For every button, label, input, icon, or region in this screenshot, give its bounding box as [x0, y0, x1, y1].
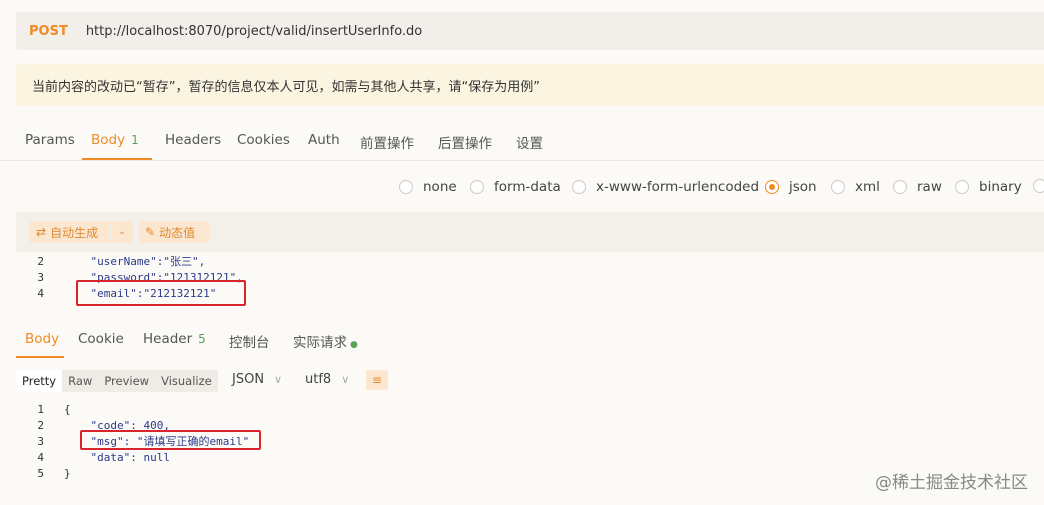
request-tabs: Params Body 1 Headers Cookies Auth 前置操作 后… [0, 120, 1044, 161]
body-type-radios: none form-data x-www-form-urlencoded jso… [0, 176, 1044, 200]
auto-generate-dropdown[interactable]: ⌄ [110, 221, 133, 243]
response-tab-header[interactable]: Header 5 [143, 331, 206, 347]
radio-circle [893, 180, 907, 194]
response-format-row: Pretty Raw Preview Visualize JSON ∨ utf8 ∨… [16, 368, 1044, 394]
email-highlight-box [76, 280, 246, 306]
radio-form-data[interactable]: form-data [470, 179, 561, 195]
body-toolbar: ⇄ 自动生成 ⌄ ✎ 动态值 [16, 212, 1044, 252]
url-bar[interactable]: POST http://localhost:8070/project/valid… [16, 12, 1044, 50]
dynamic-value-button[interactable]: ✎ 动态值 [139, 221, 209, 243]
response-tab-cookie[interactable]: Cookie [78, 331, 124, 347]
line-number: 3 [37, 271, 44, 284]
http-method[interactable]: POST [29, 24, 68, 39]
code-line: } [64, 467, 71, 480]
code-line: "data": null [64, 451, 170, 464]
status-dot-icon: ● [350, 340, 358, 350]
format-visualize[interactable]: Visualize [155, 370, 218, 392]
format-select[interactable]: JSON ∨ [232, 372, 282, 387]
response-tab-body[interactable]: Body [25, 331, 59, 347]
response-tab-actual-request[interactable]: 实际请求 ● [293, 331, 358, 351]
request-body-editor[interactable]: 2 "userName":"张三", 3 "password":"1213121… [0, 254, 1044, 308]
code-line: "userName":"张三", [64, 255, 206, 268]
auto-generate-button[interactable]: ⇄ 自动生成 [30, 221, 122, 243]
tab-auth[interactable]: Auth [308, 132, 340, 148]
format-tabs: Pretty Raw Preview Visualize [16, 370, 218, 392]
header-count-badge: 5 [198, 332, 206, 346]
watermark: @稀土掘金技术社区 [875, 473, 1028, 493]
format-raw[interactable]: Raw [62, 370, 98, 392]
chevron-down-icon: ∨ [274, 373, 283, 386]
line-number: 1 [37, 403, 44, 416]
radio-circle [1033, 179, 1044, 193]
active-tab-underline [82, 158, 152, 160]
magic-wand-icon: ✎ [145, 225, 156, 239]
format-pretty[interactable]: Pretty [16, 370, 63, 392]
chevron-down-icon: ⌄ [118, 227, 126, 237]
radio-raw[interactable]: raw [893, 179, 942, 195]
line-number: 4 [37, 451, 44, 464]
tab-pre-operations[interactable]: 前置操作 [360, 132, 414, 152]
radio-xml[interactable]: xml [831, 179, 880, 195]
draft-notice: 当前内容的改动已“暂存”，暂存的信息仅本人可见，如需与其他人共享，请“保存为用例… [16, 64, 1044, 106]
line-number: 5 [37, 467, 44, 480]
line-number: 4 [37, 287, 44, 300]
line-number: 2 [37, 419, 44, 432]
msg-highlight-box [80, 430, 261, 450]
active-response-tab-underline [16, 356, 64, 358]
format-preview[interactable]: Preview [98, 370, 155, 392]
encoding-select[interactable]: utf8 ∨ [305, 372, 349, 387]
radio-circle [470, 180, 484, 194]
tab-body[interactable]: Body 1 [91, 132, 139, 148]
body-count-badge: 1 [131, 133, 139, 147]
code-line: { [64, 403, 71, 416]
radio-x-www-form-urlencoded[interactable]: x-www-form-urlencoded [572, 179, 759, 195]
radio-circle [831, 180, 845, 194]
radio-circle [572, 180, 586, 194]
radio-circle [955, 180, 969, 194]
wrap-lines-button[interactable]: ≡ [366, 370, 388, 390]
chevron-down-icon: ∨ [341, 373, 350, 386]
radio-json[interactable]: json [765, 179, 817, 195]
tab-post-operations[interactable]: 后置操作 [438, 132, 492, 152]
radio-binary[interactable]: binary [955, 179, 1022, 195]
tab-cookies[interactable]: Cookies [237, 132, 290, 148]
line-number: 2 [37, 255, 44, 268]
radio-circle-selected [765, 180, 779, 194]
response-tab-console[interactable]: 控制台 [229, 331, 270, 351]
swap-icon: ⇄ [36, 225, 47, 239]
request-url[interactable]: http://localhost:8070/project/valid/inse… [86, 24, 422, 39]
response-tabs: Body Cookie Header 5 控制台 实际请求 ● [0, 322, 1044, 358]
tab-params[interactable]: Params [25, 132, 75, 148]
line-number: 3 [37, 435, 44, 448]
radio-none[interactable]: none [399, 179, 457, 195]
tab-headers[interactable]: Headers [165, 132, 221, 148]
radio-more[interactable] [1033, 179, 1044, 193]
radio-circle [399, 180, 413, 194]
wrap-icon: ≡ [371, 373, 383, 387]
draft-notice-text: 当前内容的改动已“暂存”，暂存的信息仅本人可见，如需与其他人共享，请“保存为用例… [32, 79, 540, 95]
tab-settings[interactable]: 设置 [516, 132, 543, 152]
